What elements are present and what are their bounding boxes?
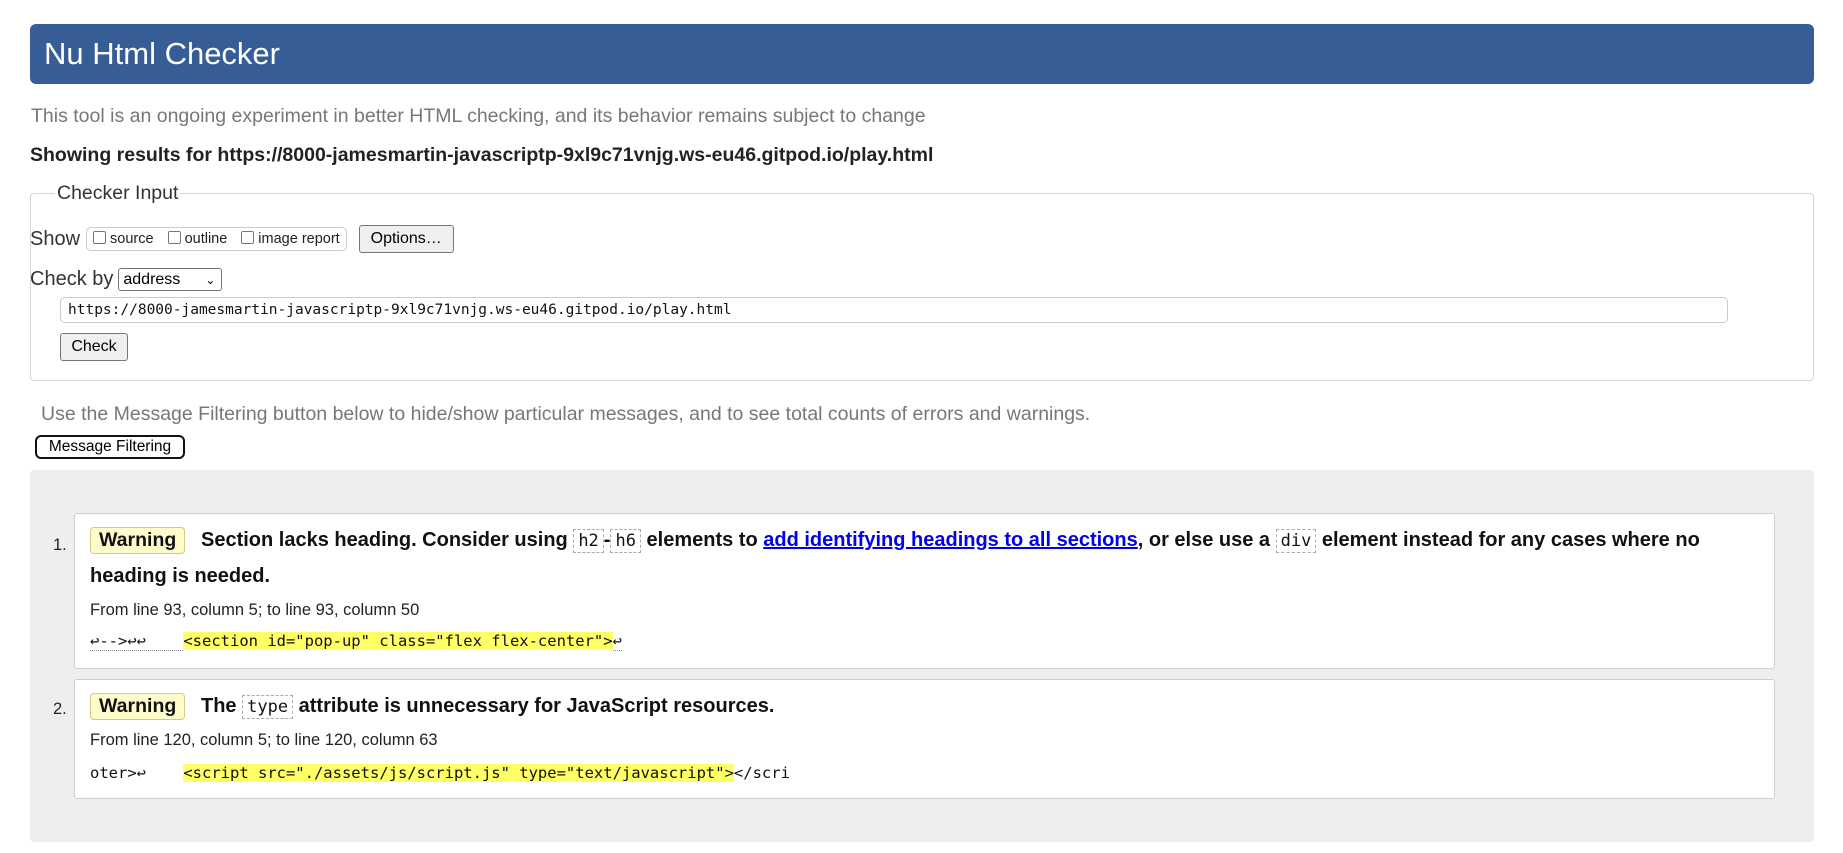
extract-highlight: <section id="pop-up" class="flex flex-ce…	[183, 632, 613, 650]
check-by-label: Check by	[30, 268, 114, 290]
extract-before: oter>↩	[90, 764, 184, 782]
check-by-selected-value: address	[123, 270, 181, 288]
message-number: 1.	[53, 536, 67, 554]
page: Nu Html Checker This tool is an ongoing …	[0, 0, 1843, 853]
checker-input-legend: Checker Input	[57, 182, 179, 204]
check-button[interactable]: Check	[60, 333, 128, 361]
message-text-continuation: heading is needed.	[90, 565, 271, 587]
image-report-checkbox[interactable]	[241, 230, 255, 244]
show-options-group: source outline image report	[86, 227, 347, 251]
results-panel: 1. Warning Section lacks heading. Consid…	[30, 470, 1814, 842]
check-by-row: Check by address ⌄	[30, 268, 223, 291]
show-row: Show source outline image report Options…	[30, 225, 454, 253]
code-div: div	[1275, 529, 1317, 553]
header-bar: Nu Html Checker	[30, 24, 1814, 84]
options-button[interactable]: Options…	[358, 225, 454, 253]
message-text-part: The	[201, 695, 237, 717]
outline-option-label: outline	[184, 231, 228, 247]
outline-checkbox[interactable]	[167, 230, 181, 244]
code-h2: h2	[573, 529, 604, 553]
checker-input-fieldset: Checker Input	[30, 182, 1814, 381]
extract-before: ↩-->↩↩	[90, 632, 184, 651]
message-text-part: elements to	[646, 529, 758, 551]
check-by-select[interactable]: address ⌄	[118, 268, 223, 291]
results-for-text: Showing results for https://8000-jamesma…	[30, 144, 934, 166]
code-h6: h6	[610, 529, 641, 553]
chevron-down-icon: ⌄	[205, 272, 216, 287]
message-item: 2. Warning The type attribute is unneces…	[53, 679, 1775, 799]
message-text: The type attribute is unnecessary for Ja…	[201, 695, 775, 719]
code-extract: oter>↩ <script src="./assets/js/script.j…	[90, 764, 790, 782]
url-input[interactable]: https://8000-jamesmartin-javascriptp-9xl…	[60, 297, 1728, 323]
extract-after: ↩	[612, 632, 622, 651]
message-text-part: element instead for any cases where no	[1321, 529, 1700, 551]
message-item: 1. Warning Section lacks heading. Consid…	[53, 513, 1775, 669]
headings-help-link[interactable]: add identifying headings to all sections	[763, 529, 1138, 551]
message-text-part: attribute is unnecessary for JavaScript …	[298, 695, 775, 717]
warning-badge: Warning	[90, 527, 186, 554]
show-source-option[interactable]: source	[93, 230, 154, 247]
message-text: Section lacks heading. Consider using h2…	[201, 529, 1700, 553]
extract-after: </scri	[733, 764, 790, 782]
message-text-part: , or else use a	[1137, 529, 1271, 551]
show-label: Show	[30, 227, 81, 250]
message-text-part: Section lacks heading. Consider using	[201, 529, 568, 551]
code-extract: ↩-->↩↩ <section id="pop-up" class="flex …	[90, 632, 622, 651]
extract-highlight: <script src="./assets/js/script.js" type…	[183, 764, 734, 782]
message-location: From line 93, column 5; to line 93, colu…	[90, 601, 420, 619]
warning-badge: Warning	[90, 693, 186, 720]
filtering-hint: Use the Message Filtering button below t…	[41, 403, 1091, 425]
message-filtering-button[interactable]: Message Filtering	[35, 435, 185, 459]
source-checkbox[interactable]	[93, 230, 107, 244]
message-number: 2.	[53, 700, 67, 718]
source-option-label: source	[110, 231, 154, 247]
page-title: Nu Html Checker	[44, 36, 280, 71]
code-type: type	[242, 695, 294, 719]
show-outline-option[interactable]: outline	[167, 230, 228, 247]
image-report-option-label: image report	[258, 231, 340, 247]
intro-text: This tool is an ongoing experiment in be…	[31, 105, 926, 127]
show-image-report-option[interactable]: image report	[241, 230, 340, 247]
message-location: From line 120, column 5; to line 120, co…	[90, 731, 438, 749]
